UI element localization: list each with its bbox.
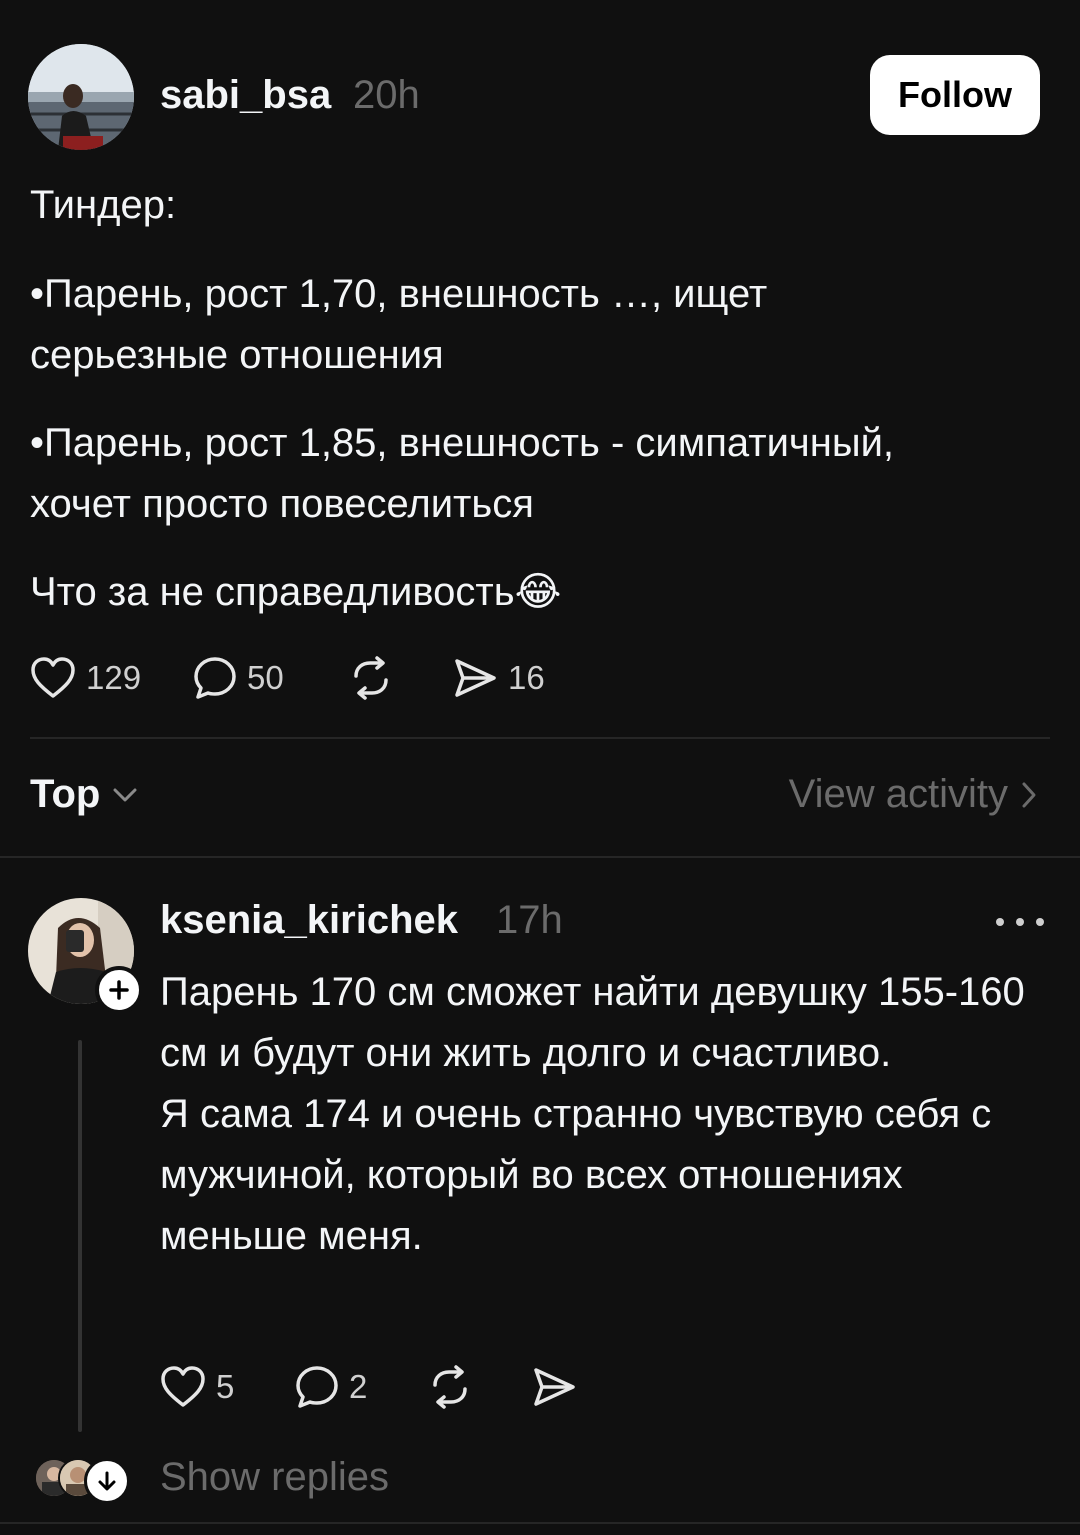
view-activity-label: View activity: [788, 772, 1008, 816]
reply-text-line-2: Я сама 174 и очень странно чувствую себя…: [160, 1092, 992, 1258]
post-comment-button[interactable]: 50: [193, 656, 284, 700]
reply-body: Парень 170 см сможет найти девушку 155-1…: [160, 962, 1050, 1267]
post-author-avatar[interactable]: [28, 44, 134, 150]
sort-dropdown-label: Top: [30, 772, 101, 816]
view-activity-link[interactable]: View activity: [789, 772, 1038, 817]
post-share-button[interactable]: 16: [452, 656, 545, 700]
post-like-button[interactable]: 129: [30, 656, 141, 700]
repost-icon: [354, 656, 388, 700]
arrow-down-icon: [98, 1471, 116, 1491]
section-divider: [0, 856, 1080, 858]
send-icon: [455, 659, 496, 697]
chevron-right-icon: [1022, 782, 1036, 807]
reply-like-button[interactable]: 5: [160, 1365, 234, 1409]
expand-replies-badge[interactable]: [84, 1458, 130, 1504]
reply-comment-button[interactable]: 2: [295, 1365, 367, 1409]
reply-like-count: 5: [216, 1368, 235, 1405]
more-dots-icon: [996, 918, 1004, 926]
plus-icon: [109, 980, 129, 1000]
heart-icon: [31, 657, 75, 698]
post-like-count: 129: [86, 659, 142, 696]
bottom-divider: [0, 1522, 1080, 1524]
reply-author-username[interactable]: ksenia_kirichek: [160, 898, 458, 943]
thread-line: [78, 1040, 82, 1432]
post-author-username[interactable]: sabi_bsa: [160, 73, 331, 118]
post-repost-button[interactable]: [348, 656, 394, 700]
reply-text-line-1: Парень 170 см сможет найти девушку 155-1…: [160, 970, 1025, 1075]
reply-repost-button[interactable]: [427, 1365, 473, 1409]
post-share-count: 16: [508, 659, 545, 696]
post-paragraph-3: •Парень, рост 1,85, внешность - симпатич…: [30, 421, 895, 526]
reply-share-button[interactable]: [531, 1365, 577, 1409]
post-divider: [30, 737, 1050, 739]
comment-bubble-icon: [296, 1366, 338, 1408]
sort-dropdown[interactable]: Top: [30, 772, 138, 817]
more-options-button[interactable]: [996, 905, 1044, 939]
post-paragraph-4: Что за не справедливость😂: [30, 570, 562, 614]
follow-button[interactable]: Follow: [870, 55, 1040, 135]
post-timestamp: 20h: [353, 73, 420, 117]
reply-timestamp: 17h: [496, 898, 563, 942]
reply-comment-count: 2: [349, 1368, 368, 1405]
post-paragraph-1: Тиндер:: [30, 183, 177, 227]
send-icon: [534, 1368, 575, 1406]
heart-icon: [161, 1366, 205, 1407]
post-comment-count: 50: [247, 659, 284, 696]
chevron-down-icon: [113, 788, 137, 801]
post-paragraph-2: •Парень, рост 1,70, внешность …, ищет се…: [30, 272, 768, 377]
follow-plus-badge[interactable]: [95, 966, 143, 1014]
repost-icon: [433, 1365, 467, 1409]
comment-bubble-icon: [194, 657, 236, 699]
show-replies-link[interactable]: Show replies: [160, 1455, 389, 1500]
